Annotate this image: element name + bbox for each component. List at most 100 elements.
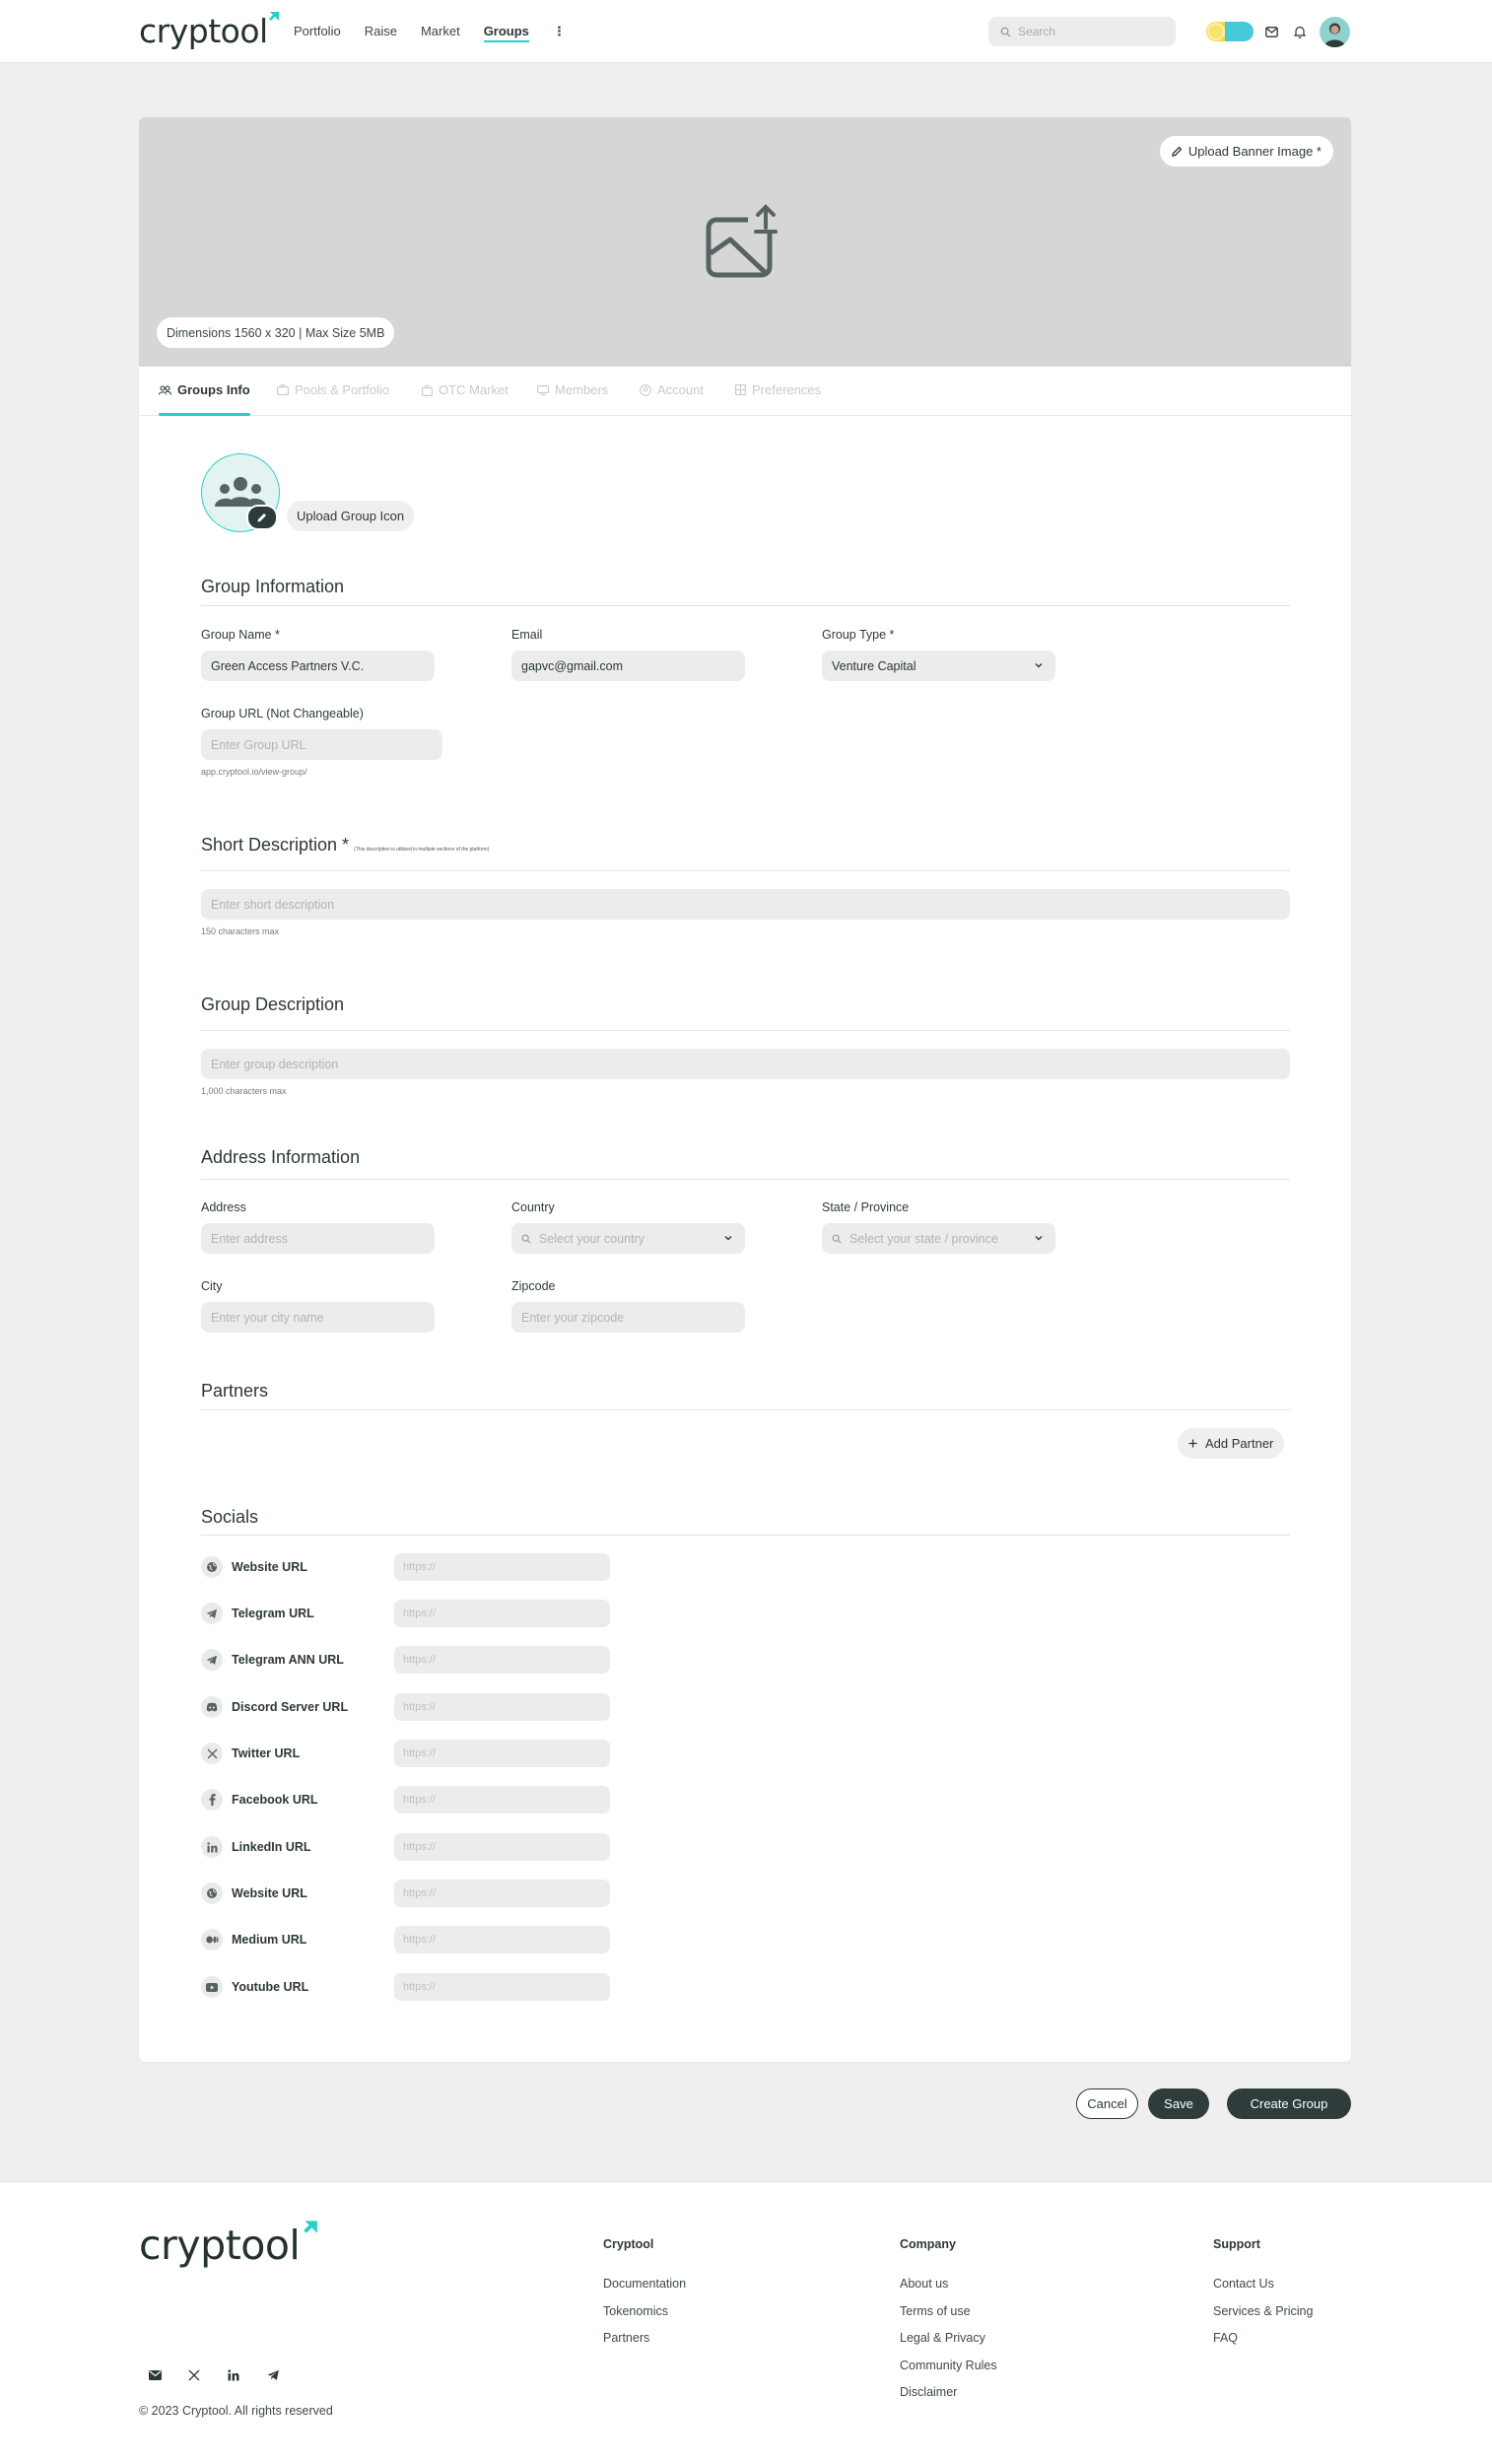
chevron-down-icon [724,1236,732,1241]
monitor-icon [537,384,549,395]
group-tabs: Groups Info Pools & Portfolio OTC Market… [139,367,1351,416]
sun-icon [1209,25,1223,38]
upload-group-icon-button[interactable]: Upload Group Icon [287,501,415,531]
social-label: Medium URL [232,1933,307,1947]
footer-link-community-rules[interactable]: Community Rules [900,2359,997,2372]
footer-x-icon[interactable] [184,2365,204,2385]
footer-link-tokenomics[interactable]: Tokenomics [603,2304,668,2318]
pencil-icon [1172,146,1183,157]
email-field[interactable] [511,650,745,681]
short-description-hint: 150 characters max [201,926,280,936]
nav-portfolio[interactable]: Portfolio [294,24,341,42]
website-url-input[interactable] [394,1553,610,1581]
footer-linkedin-icon[interactable] [224,2365,243,2385]
cryptool-logo[interactable]: cryptool [139,12,279,50]
youtube-url-input[interactable] [394,1973,610,2001]
state-placeholder: Select your state / province [849,1231,998,1246]
tab-groups-info[interactable]: Groups Info [159,382,250,397]
search-icon [832,1234,842,1244]
group-type-label: Group Type * [822,628,895,642]
address-field[interactable] [201,1223,435,1254]
cancel-button[interactable]: Cancel [1076,2088,1138,2119]
group-url-hint: app.cryptool.io/view-group/ [201,767,307,777]
footer-logo[interactable]: cryptool [139,2221,318,2269]
address-information-title: Address Information [201,1147,361,1167]
telegram-icon [201,1603,223,1624]
nav-groups[interactable]: Groups [483,24,529,42]
zipcode-field[interactable] [511,1302,745,1333]
social-label: LinkedIn URL [232,1840,311,1854]
mail-icon[interactable] [1261,22,1281,41]
group-information-title: Group Information [201,577,345,596]
section-divider [201,605,1290,606]
twitter-url-input[interactable] [394,1740,610,1767]
group-description-field[interactable] [201,1049,1290,1079]
create-group-button[interactable]: Create Group [1227,2088,1351,2119]
city-field[interactable] [201,1302,435,1333]
user-avatar[interactable] [1320,17,1350,47]
footer: cryptool Cryptool Documentation Tokenomi… [0,2181,1492,2464]
state-select[interactable]: Select your state / province [822,1223,1055,1254]
search-input[interactable] [1018,25,1156,38]
short-description-heading: Short Description * [201,835,350,855]
facebook-url-input[interactable] [394,1786,610,1814]
footer-telegram-icon[interactable] [263,2365,283,2385]
footer-mail-icon[interactable] [145,2365,165,2385]
social-row-medium: Medium URL [201,1925,615,1954]
tab-members[interactable]: Members [537,382,608,397]
save-button[interactable]: Save [1148,2088,1209,2119]
social-label: Telegram URL [232,1607,314,1620]
telegram-ann-url-input[interactable] [394,1646,610,1674]
footer-link-about[interactable]: About us [900,2277,948,2291]
edit-group-icon-button[interactable] [246,505,278,530]
nav-raise[interactable]: Raise [365,24,397,42]
add-partner-label: Add Partner [1205,1436,1274,1451]
group-url-field[interactable] [201,729,442,760]
section-divider [201,1030,1290,1031]
tab-otc-market[interactable]: OTC Market [422,382,509,397]
footer-link-contact[interactable]: Contact Us [1213,2277,1274,2291]
group-type-select[interactable]: Venture Capital [822,650,1055,681]
upload-banner-button[interactable]: Upload Banner Image * [1159,136,1333,167]
group-name-field[interactable] [201,650,435,681]
upload-banner-label: Upload Banner Image * [1187,144,1322,159]
bell-icon[interactable] [1290,22,1310,41]
telegram-url-input[interactable] [394,1600,610,1627]
add-partner-button[interactable]: Add Partner [1178,1428,1285,1459]
website-url-input-2[interactable] [394,1880,610,1907]
state-label: State / Province [822,1200,910,1214]
tab-otc-label: OTC Market [439,382,509,397]
search-icon [1000,27,1011,37]
theme-toggle[interactable] [1206,22,1254,41]
logo-mark-icon [304,2221,318,2233]
grid-icon [735,384,746,395]
footer-link-services-pricing[interactable]: Services & Pricing [1213,2304,1313,2318]
social-label: Facebook URL [232,1793,318,1807]
logo-mark-icon [268,12,279,21]
footer-link-faq[interactable]: FAQ [1213,2331,1238,2345]
facebook-icon [201,1789,223,1811]
tab-account[interactable]: Account [640,382,704,397]
medium-icon [201,1929,223,1951]
footer-link-documentation[interactable]: Documentation [603,2277,686,2291]
footer-link-terms[interactable]: Terms of use [900,2304,971,2318]
tab-preferences[interactable]: Preferences [735,382,821,397]
country-select[interactable]: Select your country [511,1223,745,1254]
address-label: Address [201,1200,246,1214]
nav-market[interactable]: Market [421,24,460,42]
tab-pools-portfolio[interactable]: Pools & Portfolio [277,382,389,397]
footer-link-partners[interactable]: Partners [603,2331,649,2345]
footer-link-legal[interactable]: Legal & Privacy [900,2331,985,2345]
footer-link-disclaimer[interactable]: Disclaimer [900,2385,957,2399]
social-row-telegram: Telegram URL [201,1599,615,1628]
banner-area[interactable]: Upload Banner Image * Dimensions 1560 x … [139,117,1351,367]
linkedin-url-input[interactable] [394,1833,610,1861]
medium-url-input[interactable] [394,1926,610,1953]
globe-icon [201,1556,223,1578]
section-divider [201,1535,1290,1536]
more-menu-icon[interactable]: ⋮ [553,24,566,42]
country-label: Country [511,1200,555,1214]
short-description-field[interactable] [201,889,1290,920]
discord-url-input[interactable] [394,1693,610,1721]
globe-icon [201,1882,223,1904]
